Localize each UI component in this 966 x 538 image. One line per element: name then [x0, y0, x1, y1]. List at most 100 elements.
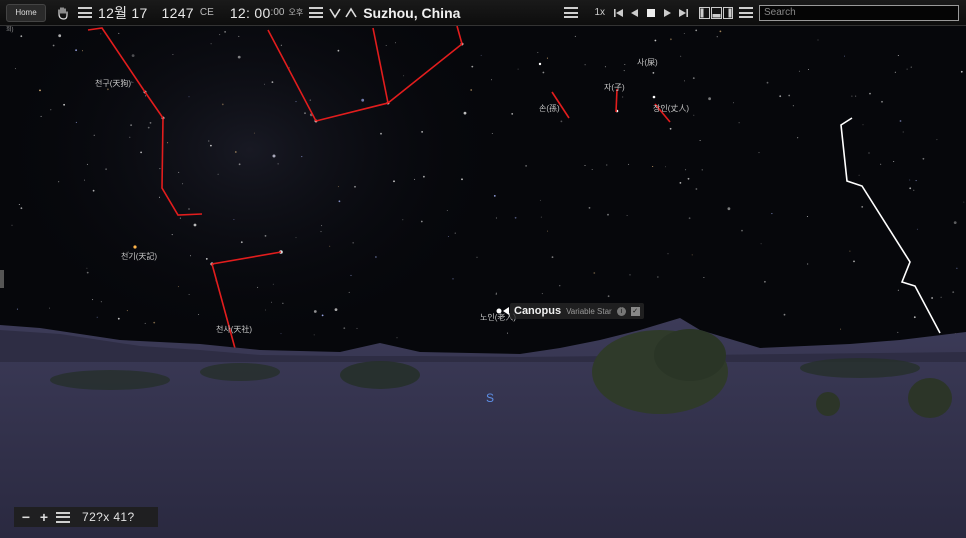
star	[253, 132, 255, 134]
star	[356, 327, 358, 329]
star	[313, 310, 317, 313]
zoom-out-button[interactable]: −	[20, 509, 32, 525]
star	[295, 101, 297, 103]
star	[687, 177, 690, 180]
star	[559, 285, 561, 287]
field-of-view: 72?x 41?	[82, 510, 135, 524]
date-menu-icon[interactable]	[78, 7, 92, 18]
skip-forward-icon[interactable]	[677, 7, 689, 19]
star	[840, 328, 842, 330]
label-sun[interactable]: 손(孫)	[539, 103, 560, 114]
star	[329, 245, 331, 247]
star	[39, 89, 41, 92]
star	[348, 291, 350, 293]
star	[797, 137, 799, 139]
star	[282, 302, 284, 304]
star	[16, 308, 18, 310]
layout-toggle-icon[interactable]	[699, 6, 733, 19]
star	[18, 204, 20, 205]
star	[880, 163, 882, 165]
time-ampm[interactable]: 오후	[288, 7, 303, 18]
star	[893, 161, 895, 162]
chevron-down-icon[interactable]	[329, 7, 341, 19]
skip-back-icon[interactable]	[613, 7, 625, 19]
object-tooltip[interactable]: Canopus Variable Star i ✓	[510, 303, 644, 319]
landscape	[0, 318, 966, 538]
star	[86, 271, 89, 274]
star	[851, 95, 853, 97]
star	[652, 166, 654, 167]
star	[584, 165, 586, 166]
time-hm[interactable]: 12: 00	[230, 5, 271, 21]
star	[421, 131, 423, 133]
sky-view[interactable]	[0, 0, 966, 538]
star	[788, 94, 791, 97]
star	[604, 66, 606, 68]
star	[551, 256, 554, 258]
date-day[interactable]: 17	[131, 5, 147, 21]
main-menu-icon[interactable]	[564, 7, 579, 18]
play-icon[interactable]	[661, 7, 673, 19]
star	[334, 308, 338, 311]
star	[265, 309, 266, 311]
star	[716, 36, 718, 38]
date-month[interactable]: 12월	[98, 3, 127, 23]
star	[940, 296, 942, 298]
bright-star[interactable]	[133, 245, 137, 249]
label-zi[interactable]: 자(子)	[604, 82, 625, 93]
star	[210, 43, 212, 45]
check-icon[interactable]: ✓	[630, 306, 640, 316]
zoom-in-button[interactable]: +	[38, 509, 50, 525]
chevron-up-icon[interactable]	[345, 6, 357, 19]
star	[692, 77, 695, 79]
star	[385, 45, 387, 46]
star	[271, 301, 272, 303]
label-tianji[interactable]: 천기(天記)	[121, 251, 157, 262]
label-tiangou[interactable]: 천구(天狗)	[95, 78, 131, 89]
star	[153, 321, 156, 324]
star	[147, 126, 150, 129]
star	[683, 33, 685, 34]
star	[188, 294, 190, 295]
bright-star[interactable]	[272, 154, 276, 158]
star	[652, 72, 655, 74]
star	[380, 132, 382, 135]
label-zhangren[interactable]: 장인(丈人)	[653, 103, 689, 114]
zoom-menu-icon[interactable]	[56, 511, 70, 523]
location-name[interactable]: Suzhou, China	[363, 5, 460, 21]
hand-icon[interactable]	[56, 6, 70, 20]
star	[952, 291, 955, 293]
date-year[interactable]: 1247	[162, 5, 194, 21]
bright-star[interactable]	[538, 62, 542, 66]
date-era[interactable]: CE	[200, 7, 214, 18]
stop-icon[interactable]	[645, 7, 657, 19]
home-button[interactable]: Home	[6, 3, 46, 22]
rewind-icon[interactable]	[629, 7, 641, 19]
star	[629, 274, 631, 276]
star	[470, 89, 473, 91]
search-input[interactable]	[759, 4, 959, 21]
star	[667, 253, 669, 255]
star	[280, 333, 282, 335]
star	[301, 156, 303, 158]
label-tianshe[interactable]: 천사(天社)	[216, 324, 252, 335]
time-menu-icon[interactable]	[309, 7, 324, 18]
star	[719, 30, 722, 33]
label-shi[interactable]: 사(屎)	[637, 57, 658, 68]
star	[693, 114, 695, 116]
star	[913, 189, 915, 191]
speed-indicator[interactable]: 1x	[594, 7, 605, 18]
star	[313, 334, 315, 336]
star	[699, 140, 701, 141]
time-sec[interactable]: :00	[271, 7, 285, 18]
star	[741, 229, 743, 232]
star	[446, 210, 448, 211]
star	[779, 95, 782, 98]
star	[100, 301, 102, 303]
star	[798, 70, 800, 72]
info-icon[interactable]: i	[616, 306, 626, 316]
settings-menu-icon[interactable]	[739, 7, 753, 18]
bright-star[interactable]	[652, 95, 656, 99]
star	[936, 139, 938, 141]
sidebar-handle[interactable]	[0, 270, 4, 288]
